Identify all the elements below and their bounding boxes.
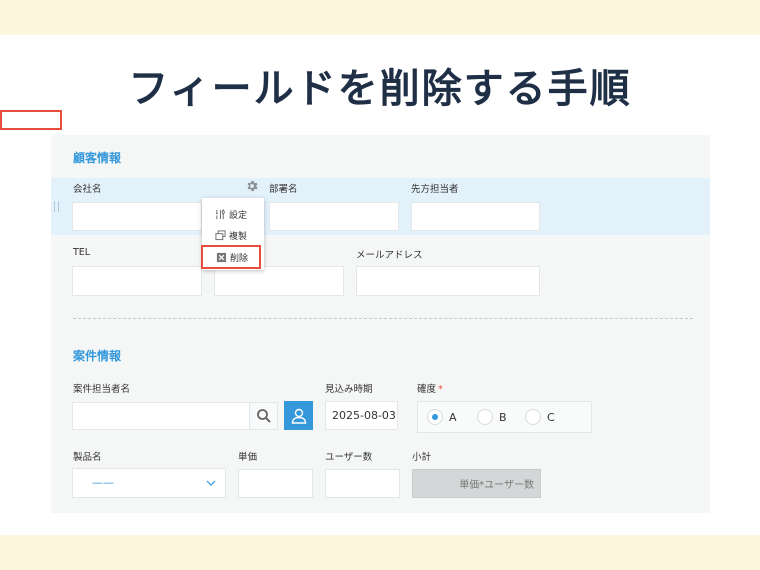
- drag-handle[interactable]: [54, 201, 59, 212]
- radio-label-a: A: [449, 410, 457, 424]
- chevron-down-icon: [206, 480, 216, 486]
- label-department: 部署名: [269, 184, 298, 195]
- menu-item-settings[interactable]: 設定: [202, 204, 264, 224]
- delete-icon: [216, 252, 227, 262]
- menu-label-delete: 削除: [230, 253, 249, 264]
- assignee-input[interactable]: [72, 402, 250, 430]
- tools-icon: [215, 208, 225, 219]
- users-input[interactable]: [325, 469, 400, 498]
- field-input[interactable]: [214, 266, 344, 296]
- radio-dot-a: [427, 409, 443, 425]
- radio-dot-b: [477, 409, 493, 425]
- radio-dot-c: [525, 409, 541, 425]
- label-users: ユーザー数: [325, 452, 373, 463]
- bottom-band: [0, 535, 760, 570]
- product-select-value: ——: [92, 476, 114, 489]
- radio-label-b: B: [499, 410, 507, 424]
- label-assignee: 案件担当者名: [73, 384, 131, 395]
- expected-date-input[interactable]: 2025-08-03: [325, 401, 398, 430]
- section-title-deal: 案件情報: [73, 349, 122, 363]
- label-unit-price: 単価: [238, 452, 258, 463]
- company-input[interactable]: [72, 202, 202, 231]
- duplicate-icon: [215, 229, 226, 240]
- menu-item-delete[interactable]: 削除: [201, 245, 261, 269]
- product-select[interactable]: ——: [72, 468, 226, 498]
- label-product: 製品名: [73, 452, 102, 463]
- section-title-customer: 顧客情報: [73, 151, 122, 165]
- unit-price-input[interactable]: [238, 469, 313, 498]
- menu-label-settings: 設定: [229, 210, 248, 221]
- label-email: メールアドレス: [356, 250, 423, 261]
- required-mark: *: [438, 384, 443, 395]
- user-icon: [291, 408, 306, 424]
- top-band: [0, 0, 760, 35]
- section-divider: [73, 318, 693, 319]
- form-editor: 顧客情報 会社名 部署名 先方担当者 TEL メールアドレス 設定 複製 削除 …: [0, 110, 710, 513]
- gear-icon[interactable]: [245, 179, 259, 193]
- radio-c[interactable]: C: [525, 409, 555, 425]
- label-expected: 見込み時期: [325, 384, 373, 395]
- department-input[interactable]: [269, 202, 399, 231]
- subtotal-calc-field: 単価*ユーザー数: [412, 469, 541, 498]
- label-contact: 先方担当者: [411, 184, 459, 195]
- search-icon: [256, 409, 271, 423]
- assignee-user-button[interactable]: [284, 401, 313, 430]
- radio-b[interactable]: B: [477, 409, 507, 425]
- contact-input[interactable]: [411, 202, 540, 231]
- radio-label-c: C: [547, 410, 555, 424]
- email-input[interactable]: [356, 266, 540, 296]
- label-subtotal: 小計: [412, 452, 432, 463]
- label-certainty: 確度 *: [417, 384, 443, 395]
- menu-label-duplicate: 複製: [229, 231, 248, 242]
- tel-input[interactable]: [72, 266, 202, 296]
- certainty-radio-group: A B C: [417, 401, 592, 433]
- radio-a[interactable]: A: [427, 409, 457, 425]
- label-company: 会社名: [73, 184, 102, 195]
- assignee-search-button[interactable]: [249, 402, 278, 430]
- page-title: フィールドを削除する手順: [128, 66, 632, 112]
- label-tel: TEL: [73, 247, 91, 258]
- menu-item-duplicate[interactable]: 複製: [202, 225, 264, 245]
